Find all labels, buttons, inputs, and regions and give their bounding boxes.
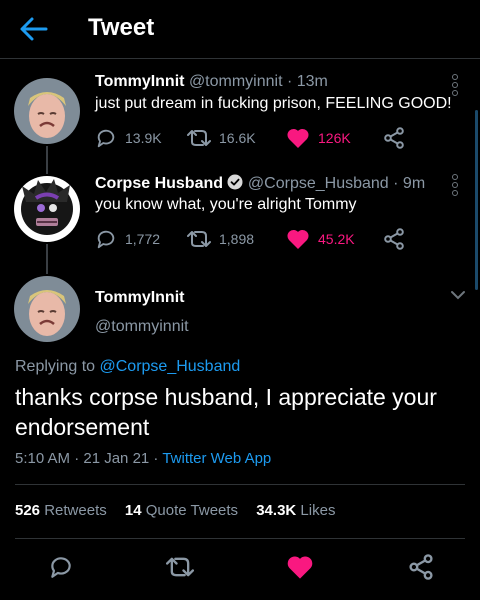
like-button[interactable]: 45.2K [286,228,355,250]
retweet-button[interactable]: 1,898 [187,228,254,250]
tweet-meta: 5:10 AM · 21 Jan 21 · Twitter Web App [15,450,271,467]
replying-to: Replying to @Corpse_Husband [15,358,240,376]
tweet-timestamp: 5:10 AM · 21 Jan 21 · [15,450,159,467]
retweet-total[interactable]: 526 [15,502,40,519]
tweet-text: just put dream in fucking prison, FEELIN… [95,95,452,112]
heart-filled-icon[interactable] [286,554,314,580]
tweet-time: · 13m [286,73,328,90]
replying-to-link[interactable]: @Corpse_Husband [100,358,241,375]
page-title: Tweet [88,14,155,41]
share-button[interactable] [383,127,405,149]
tweet-text: you know what, you're alright Tommy [95,196,357,213]
author-handle[interactable]: @tommyinnit [189,73,283,90]
retweet-count: 1,898 [219,231,255,247]
tweet-actions: 13.9K 16.6K 126K [95,127,455,151]
reply-button[interactable]: 1,772 [95,228,160,250]
thread-line [46,146,48,174]
main-author-name[interactable]: TommyInnit [95,289,184,307]
tweet-source-link[interactable]: Twitter Web App [162,450,271,467]
share-icon [384,228,404,250]
replying-to-label: Replying to [15,358,96,375]
share-icon[interactable] [408,554,434,580]
like-count: 126K [318,130,351,146]
tweet-action-bar [0,548,480,588]
verified-badge-icon [227,174,243,190]
share-button[interactable] [383,228,405,250]
reply-icon [97,129,115,148]
author-name[interactable]: TommyInnit [95,289,184,306]
reply-icon [97,230,115,249]
heart-filled-icon [287,128,309,148]
tweet-author-row: TommyInnit @tommyinnit · 13m [95,73,328,91]
more-options-icon[interactable] [452,174,458,198]
like-total[interactable]: 34.3K [256,502,296,519]
back-arrow-icon[interactable] [18,16,48,42]
chevron-down-icon[interactable] [450,290,466,300]
heart-filled-icon [287,229,309,249]
avatar[interactable] [14,176,80,242]
author-name[interactable]: Corpse Husband [95,175,223,192]
tweet-author-row: Corpse Husband @Corpse_Husband · 9m [95,174,425,193]
author-name[interactable]: TommyInnit [95,73,184,90]
thread-line [46,244,48,274]
retweet-count: 16.6K [219,130,256,146]
avatar[interactable] [14,78,80,144]
main-author-handle[interactable]: @tommyinnit [95,318,189,336]
like-total-label[interactable]: Likes [300,502,335,519]
retweet-total-label[interactable]: Retweets [44,502,107,519]
retweet-button[interactable]: 16.6K [187,127,256,149]
divider [15,538,465,539]
share-icon [384,127,404,149]
reply-button[interactable]: 13.9K [95,127,162,149]
top-bar: Tweet [0,0,480,59]
tweet-time: · 9m [393,175,426,192]
scrollbar[interactable] [475,110,478,290]
tweet-stats: 526 Retweets 14 Quote Tweets 34.3K Likes [15,502,349,519]
retweet-icon [187,130,211,146]
more-options-icon[interactable] [452,74,458,98]
quote-total[interactable]: 14 [125,502,142,519]
retweet-icon [187,231,211,247]
avatar[interactable] [14,276,80,342]
reply-count: 1,772 [125,231,161,247]
author-handle[interactable]: @Corpse_Husband [248,175,389,192]
reply-count: 13.9K [125,130,162,146]
quote-total-label[interactable]: Quote Tweets [146,502,238,519]
tweet-actions: 1,772 1,898 45.2K [95,228,455,252]
reply-icon[interactable] [48,554,74,580]
divider [15,484,465,485]
retweet-icon[interactable] [166,554,194,580]
like-count: 45.2K [318,231,355,247]
like-button[interactable]: 126K [286,127,351,149]
main-tweet-text: thanks corpse husband, I appreciate your… [15,384,437,440]
